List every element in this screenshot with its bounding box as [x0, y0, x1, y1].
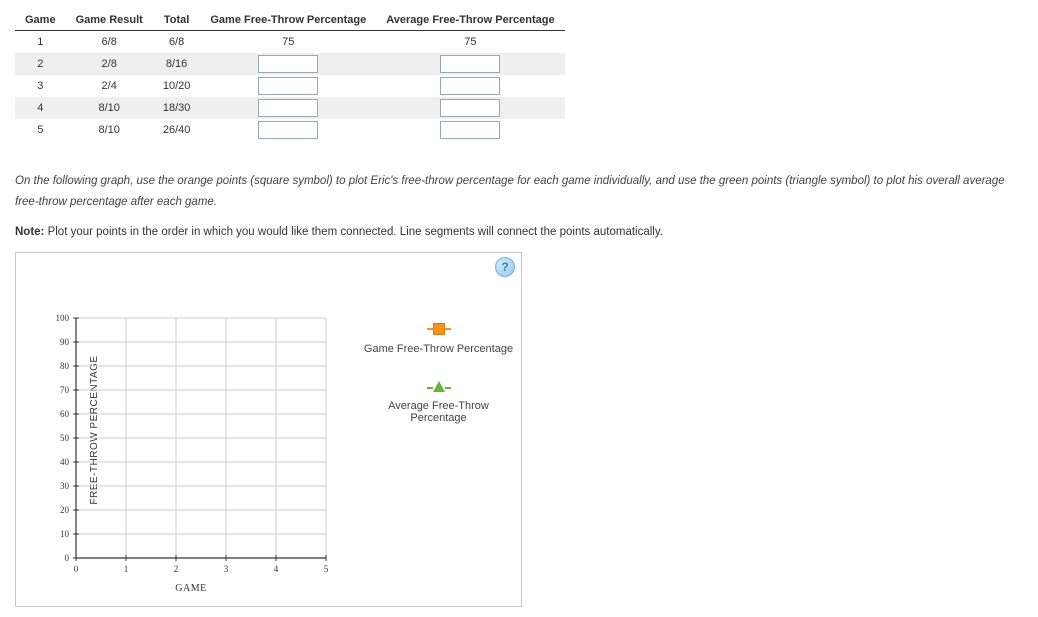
svg-text:20: 20 — [60, 505, 70, 515]
col-avgpct: Average Free-Throw Percentage — [376, 10, 564, 31]
svg-text:5: 5 — [324, 564, 329, 574]
game-pct-input[interactable] — [258, 99, 318, 117]
legend-marker-square[interactable] — [361, 323, 516, 335]
svg-text:50: 50 — [60, 433, 70, 443]
note-line: Note: Plot your points in the order in w… — [15, 226, 1023, 238]
square-icon — [433, 323, 445, 335]
svg-text:40: 40 — [60, 457, 70, 467]
triangle-icon — [433, 381, 445, 392]
game-pct-input[interactable] — [258, 55, 318, 73]
col-total: Total — [153, 10, 201, 31]
instructions-text: On the following graph, use the orange p… — [15, 171, 1023, 212]
legend-label-1: Game Free-Throw Percentage — [361, 343, 516, 355]
plot-canvas[interactable]: ? FREE-THROW PERCENTAGE — [15, 252, 522, 607]
svg-text:3: 3 — [224, 564, 229, 574]
avg-pct-value: 75 — [376, 31, 564, 54]
game-pct-input[interactable] — [258, 77, 318, 95]
svg-text:80: 80 — [60, 361, 70, 371]
svg-text:60: 60 — [60, 409, 70, 419]
svg-text:30: 30 — [60, 481, 70, 491]
avg-pct-input[interactable] — [440, 99, 500, 117]
avg-pct-input[interactable] — [440, 77, 500, 95]
chart-grid: 100 90 80 70 60 50 40 30 20 10 0 0 1 2 3… — [36, 308, 336, 603]
col-gamepct: Game Free-Throw Percentage — [200, 10, 376, 31]
help-icon[interactable]: ? — [495, 257, 515, 277]
table-row: 4 8/10 18/30 — [15, 97, 565, 119]
legend-label-2: Average Free-Throw Percentage — [361, 400, 516, 424]
avg-pct-input[interactable] — [440, 55, 500, 73]
svg-text:4: 4 — [274, 564, 279, 574]
svg-text:0: 0 — [65, 553, 70, 563]
col-game: Game — [15, 10, 66, 31]
svg-text:1: 1 — [124, 564, 129, 574]
svg-text:70: 70 — [60, 385, 70, 395]
col-result: Game Result — [66, 10, 153, 31]
game-pct-value: 75 — [200, 31, 376, 54]
svg-text:10: 10 — [60, 529, 70, 539]
legend: Game Free-Throw Percentage Average Free-… — [361, 323, 516, 450]
legend-marker-triangle[interactable] — [361, 381, 516, 392]
freethrow-table: Game Game Result Total Game Free-Throw P… — [15, 10, 565, 141]
table-row: 3 2/4 10/20 — [15, 75, 565, 97]
note-text: Plot your points in the order in which y… — [44, 226, 663, 238]
avg-pct-input[interactable] — [440, 121, 500, 139]
svg-text:100: 100 — [56, 313, 70, 323]
game-pct-input[interactable] — [258, 121, 318, 139]
x-axis-title: GAME — [175, 583, 206, 594]
note-label: Note: — [15, 226, 44, 238]
svg-text:2: 2 — [174, 564, 179, 574]
table-row: 2 2/8 8/16 — [15, 53, 565, 75]
svg-text:0: 0 — [74, 564, 79, 574]
table-row: 5 8/10 26/40 — [15, 119, 565, 141]
table-row: 1 6/8 6/8 75 75 — [15, 31, 565, 54]
svg-text:90: 90 — [60, 337, 70, 347]
